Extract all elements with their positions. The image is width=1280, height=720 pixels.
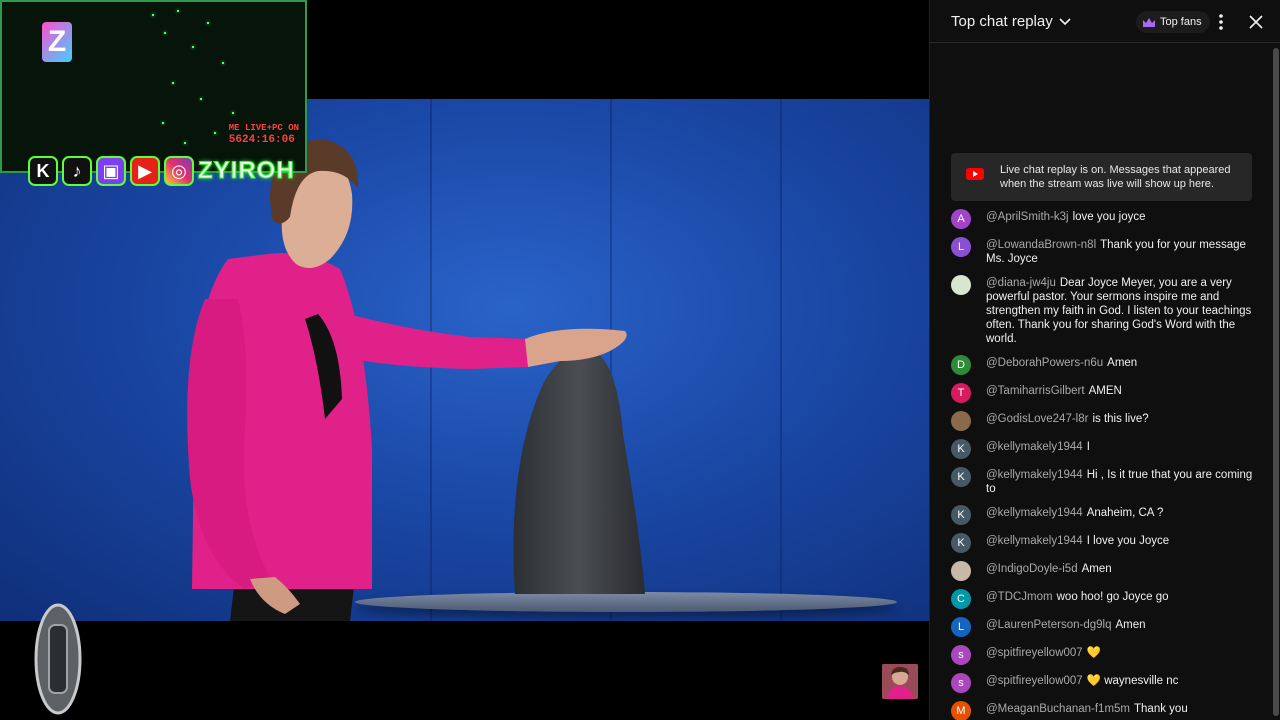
chat-message: L @LowandaBrown-n8l Thank you for your mes… [930,233,1273,271]
close-icon [1249,15,1263,29]
chevron-down-icon [1059,17,1071,25]
message-author[interactable]: @GodisLove247-l8r [986,413,1088,425]
message-author[interactable]: @kellymakely1944 [986,535,1083,547]
chat-scrollbar[interactable] [1273,48,1279,716]
message-author[interactable]: @TDCJmom [986,591,1053,603]
message-author[interactable]: @LowandaBrown-n8l [986,239,1096,251]
avatar[interactable]: K [951,533,971,553]
chat-message: M @MeaganBuchanan-f1m5m Thank you [930,697,1273,720]
message-text: is this live? [1092,413,1149,425]
avatar[interactable]: L [951,237,971,257]
twitch-icon: ▣ [96,156,126,186]
chat-message: C @TDCJmom woo hoo! go Joyce go [930,585,1273,613]
chat-message: @GodisLove247-l8r is this live? [930,407,1273,435]
more-options-button[interactable] [1211,11,1231,33]
youtube-icon [966,168,984,180]
message-author[interactable]: @AprilSmith-k3j [986,211,1069,223]
message-text: Anaheim, CA ? [1086,507,1164,519]
cam-timer: 5624:16:06 [228,134,295,146]
chat-header: Top chat replay Top fans [930,0,1280,43]
instagram-icon: ◎ [164,156,194,186]
chat-message: K @kellymakely1944 Anaheim, CA ? [930,501,1273,529]
message-text: I [1086,441,1090,453]
replay-notice: Live chat replay is on. Messages that ap… [951,153,1252,201]
youtube-icon: ▶ [130,156,160,186]
chat-message: T @TamiharrisGilbert AMEN [930,379,1273,407]
social-links-bar: K ♪ ▣ ▶ ◎ ZYIROH [28,154,295,188]
crown-icon [1143,17,1155,27]
top-fans-button[interactable]: Top fans [1136,11,1210,33]
message-author[interactable]: @diana-jw4ju [986,277,1056,289]
message-author[interactable]: @spitfireyellow007 [986,647,1083,659]
chat-message: K @kellymakely1944 Hi , Is it true that yo… [930,463,1273,501]
zyiroh-logo: Z [42,22,72,62]
chat-message: D @DeborahPowers-n6u Amen [930,351,1273,379]
streamer-webcam: Z ME LIVE+PC ON 5624:16:06 [0,0,307,173]
message-author[interactable]: @kellymakely1944 [986,469,1083,481]
message-text: 💛 [1086,647,1102,659]
avatar[interactable]: T [951,383,971,403]
scrollbar-thumb[interactable] [1273,48,1279,716]
streamer-handle: ZYIROH [198,157,295,185]
message-author[interactable]: @MeaganBuchanan-f1m5m [986,703,1130,715]
tiktok-icon: ♪ [62,156,92,186]
live-chat-panel: Top chat replay Top fans Live chat repla… [929,0,1280,720]
stream-timer-badge: ME LIVE+PC ON 5624:16:06 [229,122,299,146]
avatar[interactable] [951,561,971,581]
message-text: Amen [1081,563,1112,575]
chat-message: @diana-jw4ju Dear Joyce Meyer, you are a … [930,271,1273,351]
chat-message: K @kellymakely1944 I love you Joyce [930,529,1273,557]
message-text: AMEN [1088,385,1122,397]
chat-message: L @LaurenPeterson-dg9lq Amen [930,613,1273,641]
spinning-coin-icon [34,603,82,715]
avatar[interactable]: M [951,701,971,720]
message-text: 💛 waynesville nc [1086,675,1179,687]
replay-notice-text: Live chat replay is on. Messages that ap… [1000,164,1231,190]
message-text: woo hoo! go Joyce go [1056,591,1169,603]
message-author[interactable]: @TamiharrisGilbert [986,385,1085,397]
presenter-thumbnail[interactable] [882,664,918,699]
top-fans-label: Top fans [1160,16,1202,28]
cam-badge-label: ME LIVE+PC ON [228,123,299,133]
avatar[interactable]: K [951,439,971,459]
message-text: Thank you [1134,703,1188,715]
avatar[interactable]: K [951,467,971,487]
avatar[interactable] [951,275,971,295]
avatar[interactable]: C [951,589,971,609]
message-author[interactable]: @kellymakely1944 [986,441,1083,453]
message-text: love you joyce [1072,211,1146,223]
chat-message: @IndigoDoyle-i5d Amen [930,557,1273,585]
chat-message: s @spitfireyellow007 💛 waynesville nc [930,669,1273,697]
message-author[interactable]: @spitfireyellow007 [986,675,1083,687]
message-text: Amen [1115,619,1146,631]
more-vert-icon [1219,14,1223,30]
avatar[interactable]: K [951,505,971,525]
avatar[interactable]: L [951,617,971,637]
avatar[interactable]: s [951,673,971,693]
message-author[interactable]: @IndigoDoyle-i5d [986,563,1078,575]
avatar[interactable]: A [951,209,971,229]
chat-title: Top chat replay [951,13,1053,30]
chat-messages-list: A @AprilSmith-k3j love you joyce L @Lowanda… [930,205,1273,720]
avatar[interactable] [951,411,971,431]
video-player[interactable]: Z ME LIVE+PC ON 5624:16:06 K ♪ ▣ ▶ ◎ ZYI… [0,0,929,720]
avatar[interactable]: D [951,355,971,375]
chat-message: A @AprilSmith-k3j love you joyce [930,205,1273,233]
message-text: I love you Joyce [1086,535,1170,547]
message-author[interactable]: @LaurenPeterson-dg9lq [986,619,1111,631]
message-author[interactable]: @kellymakely1944 [986,507,1083,519]
message-author[interactable]: @DeborahPowers-n6u [986,357,1103,369]
close-chat-button[interactable] [1245,11,1267,33]
chat-mode-dropdown[interactable]: Top chat replay [951,13,1071,30]
kick-icon: K [28,156,58,186]
chat-message: K @kellymakely1944 I [930,435,1273,463]
message-text: Amen [1107,357,1138,369]
chat-message: s @spitfireyellow007 💛 [930,641,1273,669]
avatar[interactable]: s [951,645,971,665]
